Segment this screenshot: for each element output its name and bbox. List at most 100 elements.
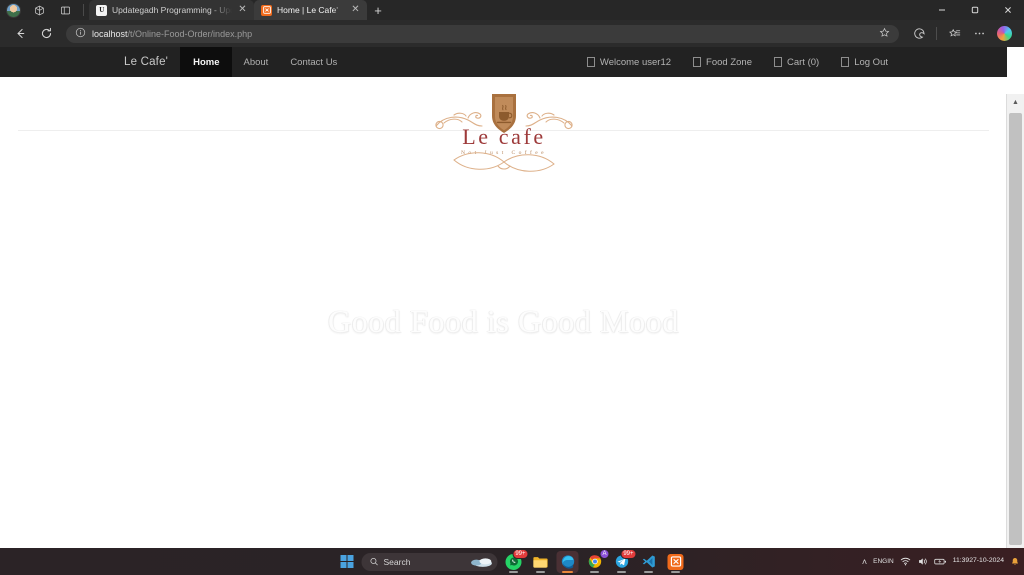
logout-icon	[841, 57, 850, 67]
wifi-icon[interactable]	[900, 556, 911, 567]
app-running-indicator	[590, 570, 599, 573]
page-scrollbar[interactable]: ▲ ▼	[1006, 94, 1024, 548]
nav-welcome-user-label: Welcome user12	[599, 56, 672, 68]
svg-text:Le cafe: Le cafe	[462, 124, 546, 149]
address-bar[interactable]: localhost/t/Online-Food-Order/index.php	[66, 24, 899, 43]
avatar	[5, 2, 21, 18]
tab-close-icon[interactable]: ✕	[350, 5, 361, 15]
chrome-badge: A	[599, 548, 610, 559]
battery-icon[interactable]	[934, 556, 947, 567]
secondary-nav: Welcome user12 Food Zone Cart (0) Log Ou…	[576, 47, 899, 77]
browser-toolbar: localhost/t/Online-Food-Order/index.php	[0, 20, 1024, 47]
back-button[interactable]	[8, 24, 32, 44]
file-explorer-icon	[533, 554, 549, 570]
close-button[interactable]	[991, 0, 1024, 20]
tab-title: Updategadh Programming - Upd	[112, 5, 232, 15]
search-icon	[370, 557, 378, 566]
ellipsis-icon[interactable]	[967, 24, 991, 44]
maximize-button[interactable]	[958, 0, 991, 20]
web-page: Le Cafe' Home About Contact Us Welcome u…	[0, 47, 1007, 548]
lecafe-favicon	[261, 4, 272, 16]
search-placeholder: Search	[383, 556, 411, 567]
whatsapp-badge: 99+	[512, 548, 529, 559]
nav-food-zone[interactable]: Food Zone	[682, 47, 763, 77]
vs-code-icon	[641, 554, 657, 570]
taskbar-app-file-explorer[interactable]	[530, 551, 552, 573]
profile-avatar-button[interactable]	[0, 0, 26, 20]
taskbar-app-whatsapp[interactable]: 99+	[503, 548, 529, 573]
copilot-icon[interactable]	[992, 24, 1016, 44]
nav-log-out-label: Log Out	[854, 56, 888, 68]
language-indicator[interactable]: ENG IN	[873, 558, 894, 565]
taskbar-app-microsoft-edge[interactable]	[556, 550, 579, 573]
clock-date: 27-10-2024	[969, 557, 1004, 565]
tab-close-icon[interactable]: ✕	[237, 5, 248, 15]
system-tray: ˄ ENG IN 11:39 27-10-2024	[862, 548, 1020, 575]
page-content: Le cafe Not Just Coffee Good Food is Goo…	[0, 77, 1007, 548]
taskbar-apps: Search 99+ A 99+	[338, 548, 687, 573]
page-viewport: Le Cafe' Home About Contact Us Welcome u…	[0, 47, 1024, 548]
site-logo: Le cafe Not Just Coffee	[424, 88, 584, 178]
app-running-indicator	[617, 570, 626, 573]
nav-log-out[interactable]: Log Out	[830, 47, 899, 77]
star-icon[interactable]	[879, 25, 890, 43]
tray-overflow-button[interactable]: ˄	[862, 557, 867, 567]
site-brand[interactable]: Le Cafe'	[112, 56, 180, 68]
url-text: localhost/t/Online-Food-Order/index.php	[92, 29, 252, 39]
window-controls	[925, 0, 1024, 20]
tab-title: Home | Le Cafe'	[277, 5, 338, 15]
tab-strip: U Updategadh Programming - Upd ✕ Home | …	[0, 0, 1024, 20]
url-path: /t/Online-Food-Order/index.php	[127, 28, 253, 39]
telegram-badge: 99+	[620, 548, 637, 559]
language-line-1: ENG	[873, 558, 888, 565]
taskbar-app-google-chrome[interactable]: A	[584, 548, 610, 573]
split-screen-icon[interactable]	[52, 0, 78, 20]
xampp-icon	[667, 553, 684, 570]
microsoft-edge-icon	[560, 554, 576, 570]
clock-time: 11:39	[952, 557, 970, 565]
info-circle-icon[interactable]	[75, 25, 86, 43]
start-button[interactable]	[338, 552, 357, 571]
bell-icon[interactable]	[1010, 557, 1020, 567]
speaker-icon[interactable]	[917, 556, 928, 567]
app-running-indicator	[671, 570, 680, 573]
taskbar-clock[interactable]: 11:39 27-10-2024	[953, 557, 1004, 566]
language-line-2: IN	[887, 558, 894, 565]
nav-link-home[interactable]: Home	[180, 47, 233, 77]
user-icon	[586, 57, 595, 67]
scrollbar-thumb[interactable]	[1009, 113, 1022, 545]
nav-cart[interactable]: Cart (0)	[763, 47, 830, 77]
collections-icon[interactable]	[942, 24, 966, 44]
browser-essentials-icon[interactable]	[907, 24, 931, 44]
primary-nav: Home About Contact Us	[180, 47, 348, 77]
toolbar-right-actions	[907, 24, 1016, 44]
weather-widget-icon[interactable]	[469, 555, 495, 569]
app-running-indicator	[509, 570, 518, 573]
taskbar-app-telegram[interactable]: 99+	[611, 548, 637, 573]
app-running-indicator	[644, 570, 653, 573]
new-tab-button[interactable]: +	[367, 0, 389, 20]
nav-link-about[interactable]: About	[232, 47, 279, 77]
scroll-up-arrow[interactable]: ▲	[1007, 94, 1024, 111]
minimize-button[interactable]	[925, 0, 958, 20]
reload-button[interactable]	[34, 24, 58, 44]
url-host: localhost	[92, 28, 128, 39]
tab-search-icon[interactable]	[26, 0, 52, 20]
list-icon	[693, 57, 702, 67]
taskbar-search[interactable]: Search	[361, 552, 498, 571]
nav-link-contact-us[interactable]: Contact Us	[279, 47, 348, 77]
taskbar-app-vs-code[interactable]	[638, 551, 660, 573]
browser-tab-1[interactable]: U Updategadh Programming - Upd ✕	[89, 0, 254, 20]
browser-window: U Updategadh Programming - Upd ✕ Home | …	[0, 0, 1024, 548]
site-navbar: Le Cafe' Home About Contact Us Welcome u…	[0, 47, 1007, 77]
cart-icon	[773, 57, 782, 67]
taskbar-app-xampp[interactable]	[665, 551, 687, 573]
browser-tab-2[interactable]: Home | Le Cafe' ✕	[254, 0, 367, 20]
tab-divider	[83, 4, 84, 16]
nav-welcome-user[interactable]: Welcome user12	[576, 47, 682, 77]
screen: U Updategadh Programming - Upd ✕ Home | …	[0, 0, 1024, 575]
nav-food-zone-label: Food Zone	[706, 56, 752, 68]
hero-headline: Good Food is Good Mood	[327, 303, 679, 339]
app-running-indicator	[536, 570, 545, 573]
windows-taskbar: Search 99+ A 99+ ˄ ENG IN 11:39 27-10-20…	[0, 548, 1024, 575]
